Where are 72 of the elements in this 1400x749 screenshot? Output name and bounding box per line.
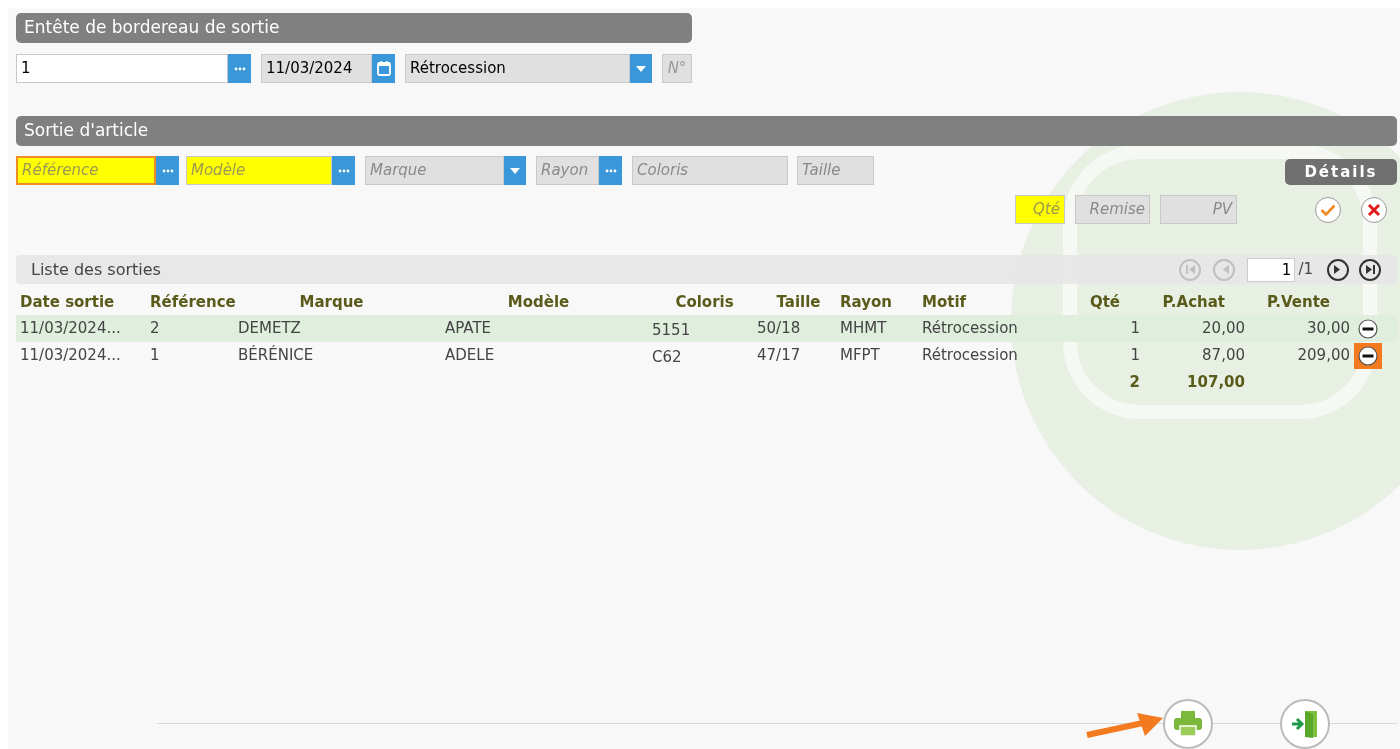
table-cell-text: 209,00 bbox=[1296, 345, 1350, 367]
table-cell-text: 30,00 bbox=[1306, 318, 1350, 340]
column-header[interactable]: Rayon bbox=[840, 290, 922, 314]
column-header[interactable]: P.Vente bbox=[1245, 290, 1350, 314]
table-cell-text: MHMT bbox=[840, 318, 888, 340]
lookup-button[interactable] bbox=[156, 156, 179, 185]
table-cell-text: C62 bbox=[652, 347, 683, 369]
table-row[interactable]: 11/03/2024... 2 DEMETZ APATE 5151 50/18 MHMT Rétrocession 1 20,00 30,00 bbox=[16, 315, 1397, 342]
caret-icon bbox=[636, 65, 646, 72]
purchase-total: 107,00 bbox=[1186, 371, 1245, 393]
column-header[interactable]: Référence bbox=[150, 290, 238, 314]
list-title: Liste des sorties bbox=[31, 258, 161, 281]
calendar-icon bbox=[376, 61, 391, 76]
dropdown-button[interactable] bbox=[630, 54, 652, 83]
printer-icon bbox=[1173, 711, 1203, 737]
column-header[interactable]: P.Achat bbox=[1140, 290, 1245, 314]
table-cell-text: 50/18 bbox=[757, 318, 802, 340]
page-number-field[interactable]: 1 bbox=[1247, 257, 1296, 282]
caret-icon bbox=[510, 167, 520, 174]
check-icon bbox=[1320, 203, 1336, 216]
table-cell-text: APATE bbox=[445, 318, 493, 340]
lookup-button[interactable] bbox=[332, 156, 355, 185]
text-field[interactable]: 1 bbox=[16, 54, 228, 83]
more-icon bbox=[233, 66, 246, 71]
table-cell-text: MFPT bbox=[840, 345, 881, 367]
section-header: Sortie d'article bbox=[16, 116, 1397, 146]
table-cell-text: 1 bbox=[1129, 318, 1140, 340]
table-cell-text: Rétrocession bbox=[922, 345, 1019, 367]
table-cell-text: 5151 bbox=[652, 320, 692, 342]
close-icon bbox=[1367, 202, 1381, 217]
table-cell-text: 2 bbox=[150, 318, 161, 340]
more-icon bbox=[161, 168, 174, 173]
table-cell-text: 1 bbox=[1129, 345, 1140, 367]
calendar-button[interactable] bbox=[372, 54, 395, 83]
details-button[interactable]: Détails bbox=[1285, 159, 1397, 185]
table-cell-text: 1 bbox=[150, 345, 161, 367]
lookup-button[interactable] bbox=[599, 156, 622, 185]
minus-circle-icon bbox=[1358, 345, 1378, 366]
last-page-button[interactable] bbox=[1359, 258, 1381, 281]
column-header[interactable]: Date sortie bbox=[20, 290, 150, 314]
minus-circle-icon bbox=[1358, 318, 1378, 339]
column-header[interactable]: Qté bbox=[1080, 290, 1140, 314]
table-cell-text: 11/03/2024... bbox=[20, 318, 122, 340]
table-cell-text: DEMETZ bbox=[238, 318, 302, 340]
more-icon bbox=[337, 168, 350, 173]
skip-back-icon bbox=[1185, 265, 1195, 274]
skip-forward-icon bbox=[1365, 265, 1375, 274]
column-header[interactable]: Coloris bbox=[652, 290, 757, 314]
table-cell-text: 11/03/2024... bbox=[20, 345, 122, 367]
table-cell-text: 47/17 bbox=[757, 345, 802, 367]
column-header[interactable]: Motif bbox=[922, 290, 1080, 314]
table-cell-text: Rétrocession bbox=[922, 318, 1019, 340]
column-header[interactable]: Marque bbox=[238, 290, 445, 314]
triangle-right-icon bbox=[1333, 265, 1343, 274]
table-row[interactable]: 11/03/2024... 1 BÉRÉNICE ADELE C62 47/17 MFPT Rétrocession 1 87,00 209,00 bbox=[16, 342, 1397, 369]
column-header[interactable]: Modèle bbox=[445, 290, 652, 314]
door-exit-icon bbox=[1291, 709, 1319, 739]
quantity-total: 2 bbox=[1128, 371, 1140, 393]
text-field[interactable]: 11/03/2024 bbox=[261, 54, 372, 83]
table-cell-text: ADELE bbox=[445, 345, 496, 367]
column-header[interactable]: Taille bbox=[757, 290, 840, 314]
page-count: /1 bbox=[1298, 259, 1313, 281]
table-cell-text: 20,00 bbox=[1201, 318, 1245, 340]
lookup-button[interactable] bbox=[228, 54, 251, 83]
dropdown-button[interactable] bbox=[504, 156, 526, 185]
table-cell-text: BÉRÉNICE bbox=[238, 344, 315, 367]
text-field[interactable]: Rétrocession bbox=[405, 54, 630, 83]
more-icon bbox=[604, 168, 617, 173]
next-page-button[interactable] bbox=[1327, 258, 1349, 281]
table-cell-text: 87,00 bbox=[1201, 345, 1245, 367]
section-header: Entête de bordereau de sortie bbox=[16, 13, 692, 43]
remove-row-button[interactable] bbox=[1354, 342, 1382, 369]
